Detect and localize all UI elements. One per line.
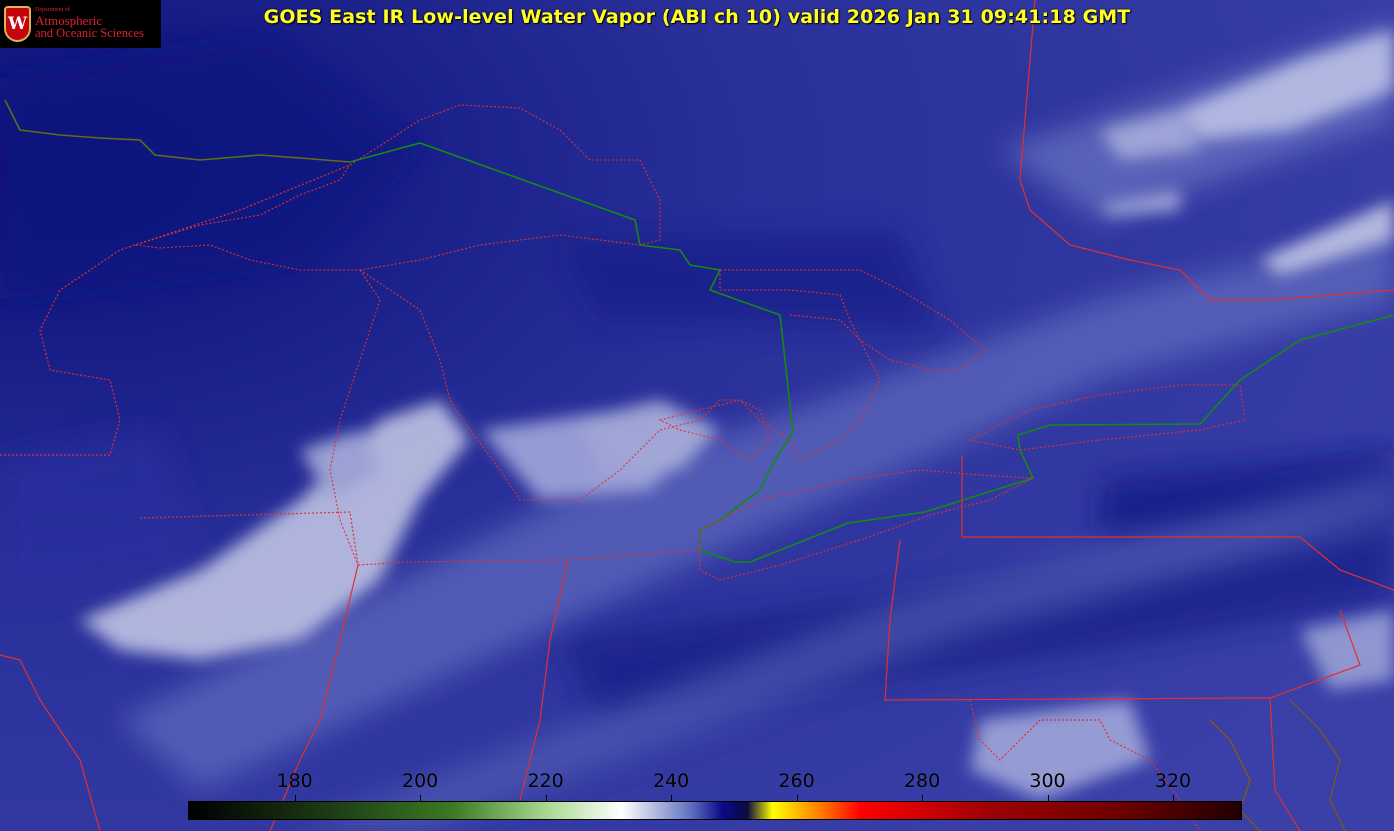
colorbar-tick-label: 320: [1154, 770, 1192, 792]
logo-line2: and Oceanic Sciences: [35, 26, 144, 41]
colorbar-tick-label: 200: [401, 770, 439, 792]
colorbar-tick-label: 280: [903, 770, 941, 792]
colorbar: [188, 801, 1242, 820]
colorbar-tick-label: 240: [652, 770, 690, 792]
colorbar-tick-label: 300: [1029, 770, 1066, 792]
water-vapor-map: [0, 0, 1394, 831]
satellite-map-stage: W Department of Atmospheric and Oceanic …: [0, 0, 1394, 831]
map-title: GOES East IR Low-level Water Vapor (ABI …: [263, 6, 1131, 28]
colorbar-fill: [189, 802, 1241, 819]
colorbar-tick-label: 220: [527, 770, 564, 792]
colorbar-tick-label: 180: [276, 770, 313, 792]
colorbar-tick-label: 260: [778, 770, 815, 792]
